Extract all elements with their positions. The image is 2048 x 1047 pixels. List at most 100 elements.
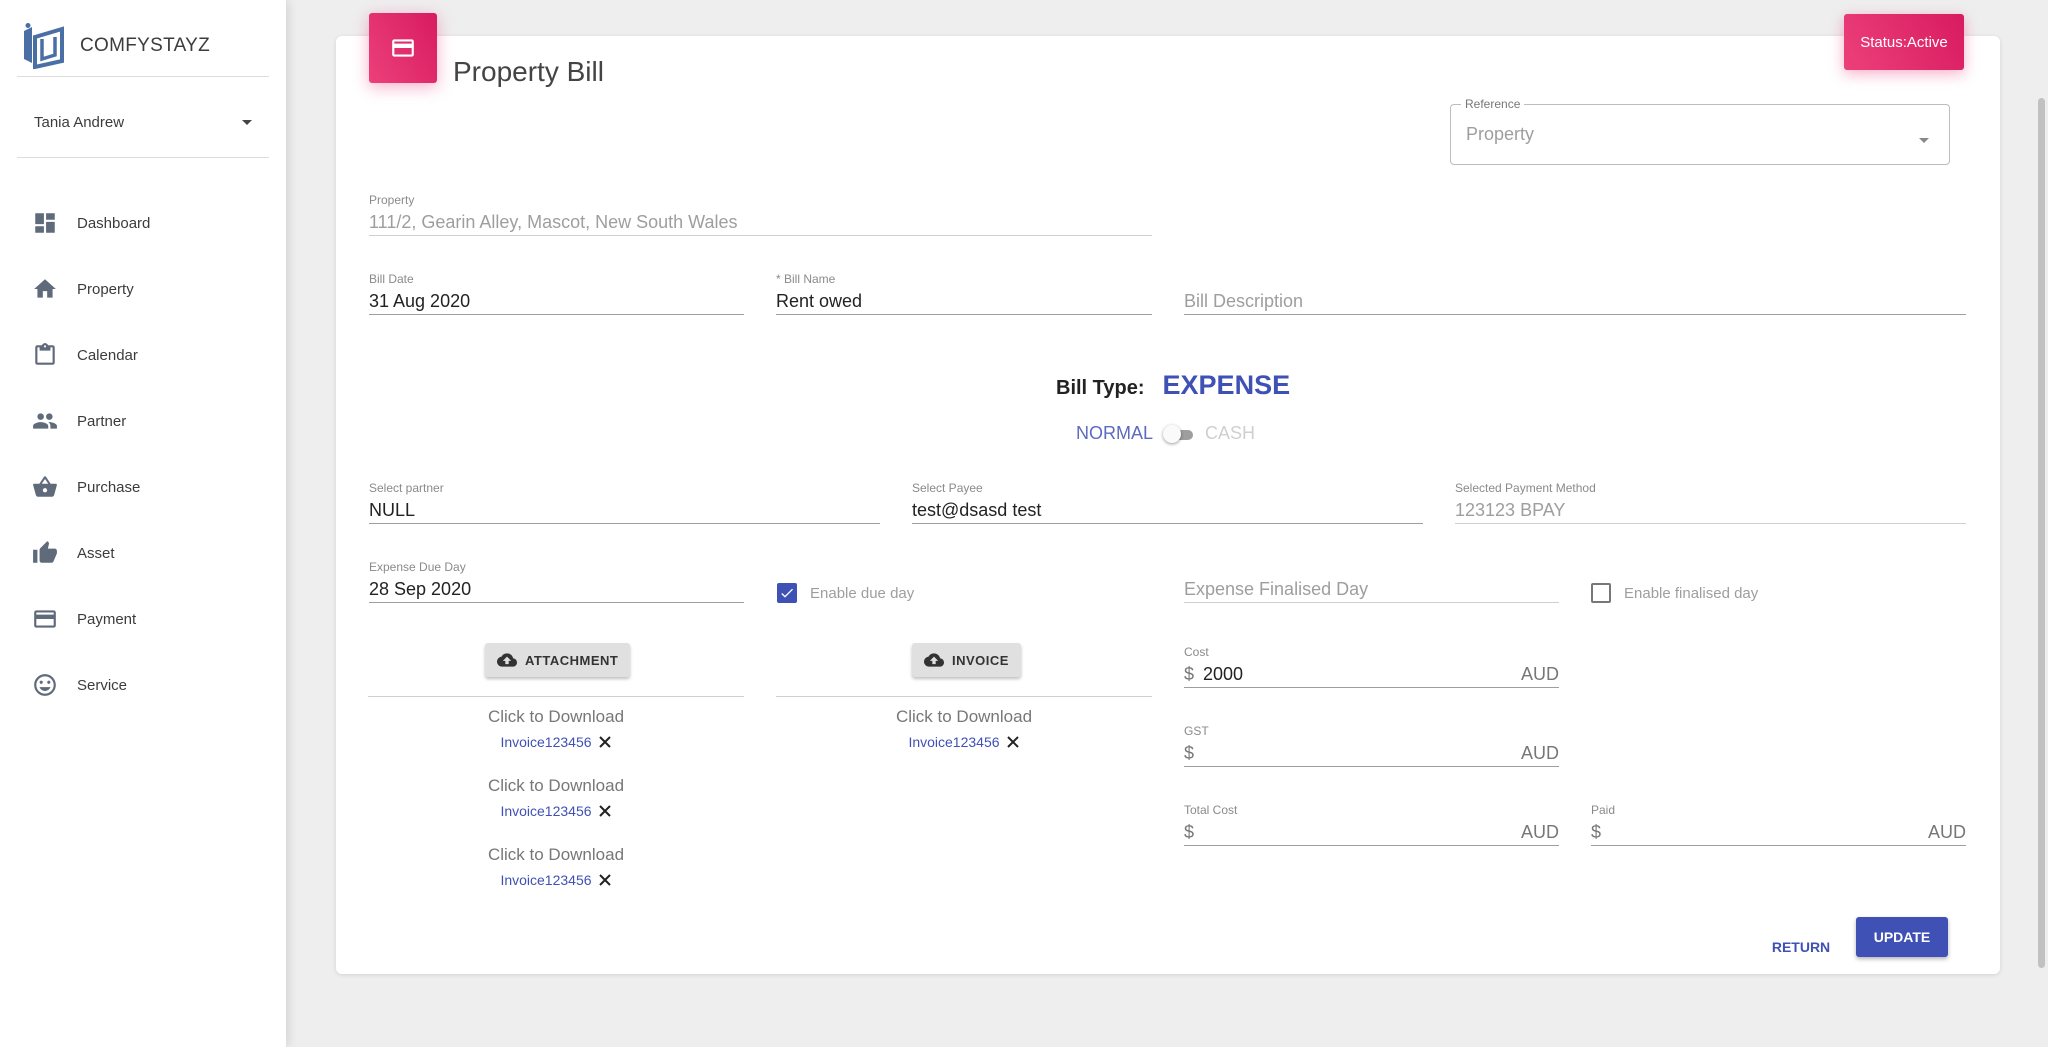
total-cost-field[interactable]: Total Cost $ AUD xyxy=(1184,803,1559,846)
cost-input[interactable]: 2000 xyxy=(1203,660,1521,687)
sidebar-item-label: Property xyxy=(77,280,134,298)
close-icon[interactable] xyxy=(1006,735,1020,749)
expense-finalised-day-input[interactable]: Expense Finalised Day xyxy=(1184,575,1559,603)
invoice-button-label: INVOICE xyxy=(952,652,1009,668)
checkbox-checked[interactable] xyxy=(777,583,797,603)
attachment-file-link[interactable]: Invoice123456 xyxy=(500,872,591,888)
close-icon[interactable] xyxy=(598,804,612,818)
page-title: Property Bill xyxy=(453,56,604,87)
partner-label: Select partner xyxy=(369,481,444,495)
expense-due-day-field[interactable]: Expense Due Day 28 Sep 2020 xyxy=(369,560,744,603)
sidebar-item-partner[interactable]: Partner xyxy=(0,388,286,454)
sidebar-item-label: Calendar xyxy=(77,346,138,364)
bill-date-field[interactable]: Bill Date 31 Aug 2020 xyxy=(369,272,744,315)
reference-value: Property xyxy=(1466,124,1535,144)
invoice-file-link[interactable]: Invoice123456 xyxy=(908,734,999,750)
property-bill-card: Property Bill Status:Active Reference Pr… xyxy=(336,13,2000,974)
sidebar-nav: Dashboard Property Calendar Partner Purc… xyxy=(0,190,286,718)
attachment-button-label: ATTACHMENT xyxy=(525,652,619,668)
partner-select[interactable]: Select partner NULL xyxy=(369,481,880,524)
currency-unit: AUD xyxy=(1520,822,1559,842)
people-icon xyxy=(33,413,57,429)
cloud-upload-icon xyxy=(497,653,517,667)
update-button[interactable]: UPDATE xyxy=(1856,917,1948,957)
sidebar-item-asset[interactable]: Asset xyxy=(0,520,286,586)
user-name: Tania Andrew xyxy=(34,113,125,131)
currency-symbol: $ xyxy=(1184,822,1195,842)
user-menu[interactable]: Tania Andrew xyxy=(34,108,254,136)
invoice-upload-button[interactable]: INVOICE xyxy=(912,643,1021,677)
enable-due-day-checkbox[interactable]: Enable due day xyxy=(777,583,914,603)
close-icon[interactable] xyxy=(598,873,612,887)
property-label: Property xyxy=(369,193,415,207)
brand-name: COMFYSTAYZ xyxy=(80,35,211,56)
sidebar-item-label: Dashboard xyxy=(77,214,151,232)
close-icon[interactable] xyxy=(598,735,612,749)
expense-due-day-label: Expense Due Day xyxy=(369,560,466,574)
total-cost-input[interactable] xyxy=(1203,818,1521,845)
sidebar-item-dashboard[interactable]: Dashboard xyxy=(0,190,286,256)
checkbox-unchecked[interactable] xyxy=(1591,583,1611,603)
scrollbar[interactable] xyxy=(2038,98,2045,968)
download-text: Click to Download xyxy=(895,707,1033,726)
attachment-file-link[interactable]: Invoice123456 xyxy=(500,803,591,819)
bill-description-field[interactable]: Bill Description xyxy=(1184,272,1966,315)
partner-value[interactable]: NULL xyxy=(369,496,880,524)
normal-cash-switch[interactable] xyxy=(1163,424,1195,443)
download-text: Click to Download xyxy=(487,845,625,864)
cost-field[interactable]: Cost $ 2000 AUD xyxy=(1184,645,1559,688)
credit-card-icon xyxy=(392,39,414,57)
property-value: 111/2, Gearin Alley, Mascot, New South W… xyxy=(369,208,1152,236)
status-button[interactable]: Status:Active xyxy=(1844,14,1964,70)
sidebar-item-label: Partner xyxy=(77,412,127,430)
property-field: Property 111/2, Gearin Alley, Mascot, Ne… xyxy=(369,193,1152,236)
smiley-icon xyxy=(34,674,56,696)
currency-symbol: $ xyxy=(1184,743,1195,763)
reference-select[interactable]: Reference Property xyxy=(1450,97,1950,165)
bill-type-value: EXPENSE xyxy=(1162,370,1291,400)
attachment-upload-button[interactable]: ATTACHMENT xyxy=(485,643,631,677)
attachment-download-item: Click to Download Invoice123456 xyxy=(368,707,744,753)
bill-date-label: Bill Date xyxy=(369,272,414,286)
expense-due-day-value[interactable]: 28 Sep 2020 xyxy=(369,575,744,603)
thumb-up-icon xyxy=(33,541,57,563)
sidebar: COMFYSTAYZ Tania Andrew Dashboard Proper… xyxy=(0,0,286,1047)
payee-value[interactable]: test@dsasd test xyxy=(912,496,1423,524)
sidebar-item-property[interactable]: Property xyxy=(0,256,286,322)
gst-label: GST xyxy=(1184,724,1209,738)
sidebar-item-purchase[interactable]: Purchase xyxy=(0,454,286,520)
bill-date-value[interactable]: 31 Aug 2020 xyxy=(369,287,744,315)
brand-logo-icon xyxy=(24,23,64,69)
enable-due-day-label: Enable due day xyxy=(810,584,915,602)
paid-field[interactable]: Paid $ AUD xyxy=(1591,803,1966,846)
currency-unit: AUD xyxy=(1520,664,1559,684)
sidebar-item-service[interactable]: Service xyxy=(0,652,286,718)
expense-finalised-day-field[interactable]: Expense Finalised Day xyxy=(1184,560,1559,603)
bill-name-field[interactable]: * Bill Name Rent owed xyxy=(776,272,1152,315)
brand[interactable]: COMFYSTAYZ xyxy=(22,22,210,70)
gst-field[interactable]: GST $ AUD xyxy=(1184,724,1559,767)
total-cost-label: Total Cost xyxy=(1184,803,1238,817)
bill-name-value[interactable]: Rent owed xyxy=(776,287,1152,315)
payee-select[interactable]: Select Payee test@dsasd test xyxy=(912,481,1423,524)
sidebar-item-calendar[interactable]: Calendar xyxy=(0,322,286,388)
divider xyxy=(368,696,744,697)
credit-card-icon xyxy=(34,610,56,628)
attachment-download-item: Click to Download Invoice123456 xyxy=(368,845,744,891)
download-text: Click to Download xyxy=(487,776,625,795)
divider xyxy=(17,157,269,158)
paid-input[interactable] xyxy=(1610,818,1928,845)
gst-input[interactable] xyxy=(1203,739,1521,766)
sidebar-item-label: Purchase xyxy=(77,478,141,496)
return-button[interactable]: RETURN xyxy=(1766,928,1836,966)
sidebar-item-label: Service xyxy=(77,676,128,694)
bill-description-input[interactable]: Bill Description xyxy=(1184,287,1966,315)
attachment-file-link[interactable]: Invoice123456 xyxy=(500,734,591,750)
currency-unit: AUD xyxy=(1927,822,1966,842)
enable-finalised-day-checkbox[interactable]: Enable finalised day xyxy=(1591,583,1758,603)
caret-down-icon xyxy=(242,119,252,125)
paid-label: Paid xyxy=(1591,803,1616,817)
currency-symbol: $ xyxy=(1591,822,1602,842)
sidebar-item-payment[interactable]: Payment xyxy=(0,586,286,652)
bill-name-label: * Bill Name xyxy=(776,272,836,286)
